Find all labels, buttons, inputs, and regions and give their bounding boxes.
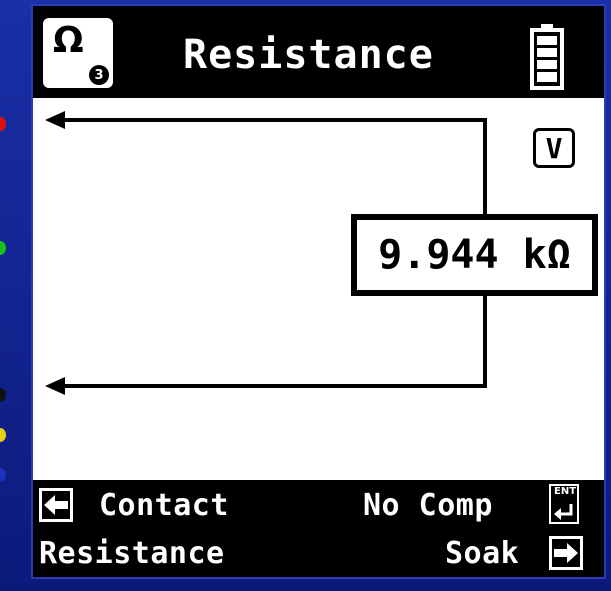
right-arrow-icon[interactable] <box>549 536 583 570</box>
measurement-screen: V 9.944 kΩ <box>33 98 604 480</box>
mode-subscript: 3 <box>89 65 109 85</box>
softkey-contact[interactable]: Contact <box>99 488 229 523</box>
resistance-mode-icon[interactable]: Ω 3 <box>43 18 113 88</box>
page-title: Resistance <box>183 32 434 78</box>
enter-key-icon[interactable]: ENT <box>549 484 579 524</box>
battery-full-icon <box>530 24 564 90</box>
resistance-reading: 9.944 kΩ <box>351 214 598 296</box>
meter-display: Ω 3 Resistance V 9.944 kΩ Contact Resist… <box>31 4 606 579</box>
display-header: Ω 3 Resistance <box>33 6 604 98</box>
omega-symbol: Ω <box>53 20 84 61</box>
softkey-resistance[interactable]: Resistance <box>39 536 225 571</box>
softkey-no-comp[interactable]: No Comp <box>363 488 493 523</box>
voltage-indicator-icon: V <box>533 128 575 168</box>
softkey-soak[interactable]: Soak <box>445 536 519 571</box>
upper-arrow-icon <box>45 111 65 129</box>
softkey-bar: Contact Resistance No Comp ENT Soak <box>33 480 604 577</box>
left-arrow-icon[interactable] <box>39 488 73 522</box>
lower-arrow-icon <box>45 377 65 395</box>
